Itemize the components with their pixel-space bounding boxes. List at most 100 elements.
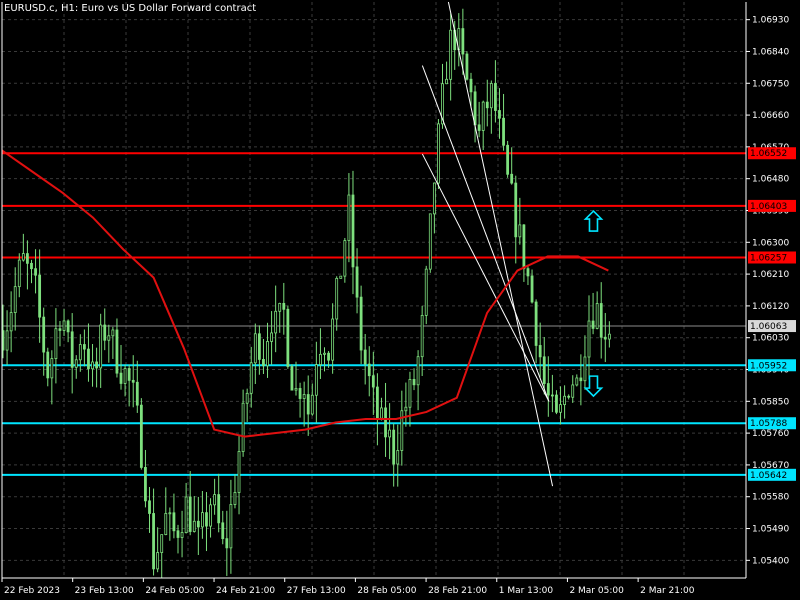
candle-body — [388, 429, 392, 438]
candle-body — [26, 253, 29, 264]
candle-body — [587, 320, 591, 358]
candle-body — [253, 333, 257, 364]
candle-body — [127, 368, 131, 381]
candle-body — [13, 286, 17, 313]
candle-body — [148, 500, 151, 514]
candle-body — [603, 336, 607, 340]
candle-body — [367, 363, 371, 377]
candle-body — [172, 512, 176, 532]
candle-body — [286, 308, 290, 367]
candle-body — [306, 394, 310, 415]
candle-body — [184, 496, 188, 533]
y-tick-label: 1.06840 — [752, 47, 789, 57]
candle-body — [355, 266, 359, 298]
support-level-label: 1.05788 — [750, 419, 787, 429]
candle-body — [526, 268, 530, 277]
candle-body — [449, 29, 453, 80]
candle-body — [217, 494, 221, 524]
resistance-level-label: 1.06257 — [750, 253, 787, 263]
x-tick-label: 24 Feb 21:00 — [216, 586, 275, 596]
candle-body — [196, 520, 200, 528]
candle-body — [87, 348, 90, 370]
candle-body — [371, 375, 375, 388]
y-tick-label: 1.06210 — [752, 270, 789, 280]
candle-body — [160, 534, 164, 553]
candle-body — [164, 513, 168, 536]
candle-body — [5, 330, 9, 351]
support-level-label: 1.05952 — [750, 361, 787, 371]
x-tick-label: 24 Feb 05:00 — [145, 586, 204, 596]
candle-body — [380, 407, 383, 419]
candle-body — [9, 312, 13, 332]
candle-body — [58, 328, 62, 331]
candle-body — [205, 512, 208, 527]
candle-body — [144, 467, 147, 502]
candle-body — [363, 349, 367, 365]
candle-body — [477, 124, 481, 131]
candle-body — [46, 351, 50, 379]
candle-body — [42, 316, 46, 353]
candle-body — [95, 361, 98, 369]
candle-body — [375, 386, 379, 419]
candle-body — [82, 344, 86, 350]
candle-body — [229, 504, 233, 549]
candle-body — [599, 303, 603, 338]
candle-body — [176, 530, 180, 538]
candle-body — [17, 259, 21, 288]
candle-body — [392, 429, 396, 465]
candle-body — [412, 379, 416, 386]
candle-body — [538, 345, 542, 358]
candle-body — [262, 359, 265, 367]
candle-body — [99, 324, 103, 369]
candle-body — [506, 144, 510, 175]
y-tick-label: 1.05850 — [752, 397, 789, 407]
x-tick-label: 23 Feb 13:00 — [75, 586, 134, 596]
candle-body — [257, 333, 261, 360]
candle-body — [302, 394, 306, 399]
candle-body — [347, 194, 351, 241]
candle-body — [579, 377, 583, 382]
candle-body — [359, 296, 363, 351]
candle-body — [591, 320, 595, 329]
candle-body — [396, 450, 400, 465]
candle-body — [237, 451, 241, 493]
candle-body — [335, 277, 339, 320]
x-tick-label: 22 Feb 2023 — [4, 586, 60, 596]
candle-body — [209, 504, 212, 527]
candle-body — [319, 353, 322, 365]
candle-body — [30, 262, 33, 270]
price-chart[interactable]: 1.069301.068401.067501.066601.065701.064… — [0, 0, 800, 600]
candle-body — [54, 328, 58, 359]
candle-body — [201, 512, 204, 528]
candle-body — [465, 53, 469, 80]
candle-body — [530, 275, 534, 303]
x-tick-label: 28 Feb 21:00 — [428, 586, 487, 596]
y-tick-label: 1.06750 — [752, 79, 789, 89]
candle-body — [131, 379, 135, 383]
candle-body — [461, 28, 465, 55]
candle-body — [290, 366, 294, 391]
candle-body — [78, 344, 82, 361]
candle-body — [91, 361, 94, 370]
candle-body — [294, 388, 298, 391]
candle-body — [38, 274, 42, 318]
candle-body — [534, 301, 538, 346]
candle-body — [21, 253, 25, 261]
candle-body — [404, 406, 408, 412]
candle-body — [156, 552, 160, 570]
candle-body — [168, 512, 172, 515]
x-tick-label: 27 Feb 13:00 — [287, 586, 346, 596]
y-tick-label: 1.05400 — [752, 556, 789, 566]
candle-body — [514, 182, 518, 238]
candle-body — [473, 91, 477, 126]
candle-body — [123, 368, 127, 384]
candle-body — [384, 407, 387, 438]
resistance-level-label: 1.06403 — [750, 202, 787, 212]
symbol-title: EURUSD.c, H1: Euro vs US Dollar Forward … — [4, 3, 257, 14]
candle-body — [282, 303, 286, 310]
candle-body — [583, 356, 587, 382]
candle-body — [188, 496, 192, 532]
x-tick-label: 1 Mar 13:00 — [499, 586, 554, 596]
candle-body — [111, 329, 115, 337]
candle-body — [103, 324, 107, 341]
